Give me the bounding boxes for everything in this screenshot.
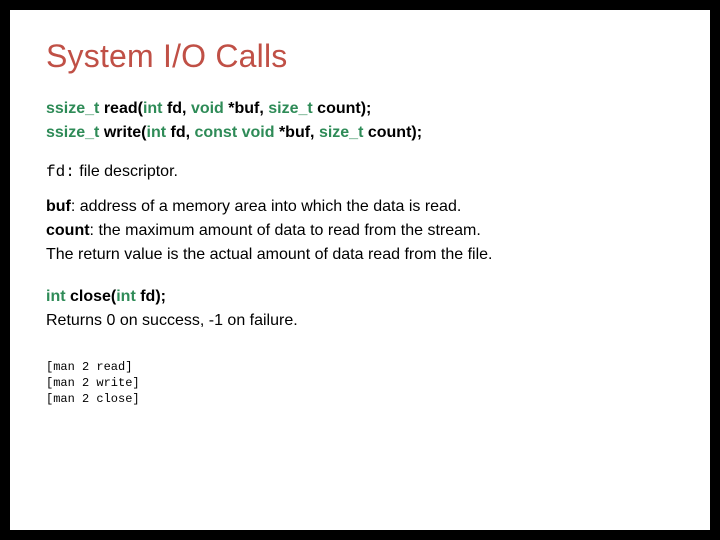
close-p: fd);	[136, 288, 166, 305]
read-return-type: ssize_t	[46, 100, 99, 117]
slide-title: System I/O Calls	[46, 38, 674, 75]
close-return-desc: Returns 0 on success, -1 on failure.	[46, 309, 674, 333]
buf-desc: address of a memory area into which the …	[80, 198, 462, 215]
man-references: [man 2 read] [man 2 write] [man 2 close]	[46, 359, 674, 408]
fd-desc: file descriptor.	[75, 163, 178, 180]
close-return-type: int	[46, 288, 66, 305]
read-p3: count);	[313, 100, 372, 117]
close-name: close(	[66, 288, 117, 305]
close-p-type: int	[116, 288, 136, 305]
write-signature: ssize_t write(int fd, const void *buf, s…	[46, 121, 674, 145]
fd-row: fd: file descriptor.	[46, 163, 674, 181]
write-return-type: ssize_t	[46, 124, 99, 141]
buf-colon: :	[71, 198, 80, 215]
count-desc: the maximum amount of data to read from …	[98, 222, 480, 239]
count-label: count	[46, 222, 90, 239]
read-p1-type: int	[143, 100, 163, 117]
read-p2-type: void	[191, 100, 224, 117]
close-block: int close(int fd); Returns 0 on success,…	[46, 285, 674, 333]
read-p1: fd,	[163, 100, 191, 117]
write-p1: fd,	[166, 124, 194, 141]
read-signature: ssize_t read(int fd, void *buf, size_t c…	[46, 97, 674, 121]
read-p2: *buf,	[224, 100, 268, 117]
write-p3: count);	[363, 124, 422, 141]
signatures-block: ssize_t read(int fd, void *buf, size_t c…	[46, 97, 674, 145]
write-p2: *buf,	[275, 124, 319, 141]
write-p1-type: int	[147, 124, 167, 141]
buf-row: buf: address of a memory area into which…	[46, 195, 674, 219]
write-p3-type: size_t	[319, 124, 363, 141]
return-line: The return value is the actual amount of…	[46, 243, 674, 267]
read-p3-type: size_t	[268, 100, 312, 117]
write-p2-type: const void	[194, 124, 274, 141]
buf-label: buf	[46, 198, 71, 215]
params-block: buf: address of a memory area into which…	[46, 195, 674, 267]
write-name: write(	[99, 124, 146, 141]
count-row: count: the maximum amount of data to rea…	[46, 219, 674, 243]
fd-label: fd:	[46, 163, 75, 181]
close-signature: int close(int fd);	[46, 285, 674, 309]
slide: System I/O Calls ssize_t read(int fd, vo…	[10, 10, 710, 530]
read-name: read(	[99, 100, 143, 117]
